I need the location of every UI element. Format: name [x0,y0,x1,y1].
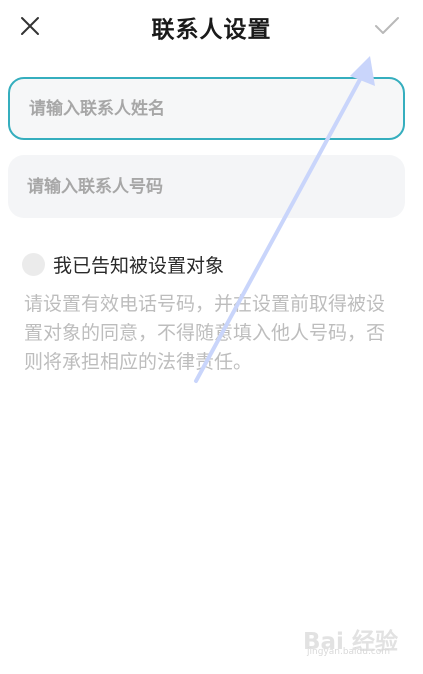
contact-phone-field[interactable] [8,155,405,218]
contact-name-field[interactable] [8,77,405,140]
consent-radio[interactable] [22,253,45,276]
consent-label: 我已告知被设置对象 [53,255,225,277]
watermark-url: jingyan.baidu.com [307,647,391,657]
contact-phone-input[interactable] [8,155,405,218]
header: 联系人设置 [0,0,423,56]
watermark-logo: Bai 经验 [303,629,398,655]
confirm-button[interactable] [369,8,405,44]
page-title: 联系人设置 [151,17,272,43]
disclaimer-text: 请设置有效电话号码，并在设置前取得被设置对象的同意，不得随意填入他人号码，否则将… [24,293,386,373]
watermark: Bai 经验 jingyan.baidu.com [303,622,403,662]
consent-checkbox[interactable]: 我已告知被设置对象 [22,251,224,278]
contact-name-input[interactable] [10,79,403,138]
check-icon [375,17,399,34]
